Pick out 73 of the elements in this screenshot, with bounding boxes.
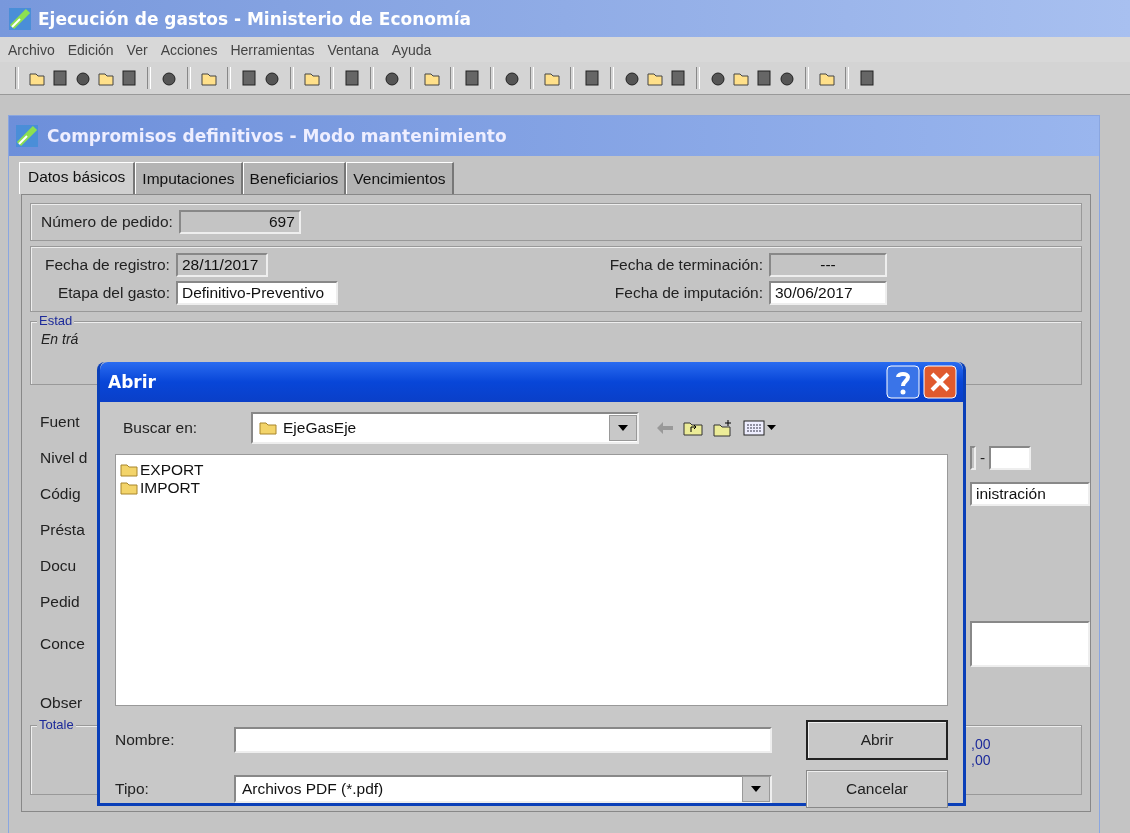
toolbar-icon[interactable]	[239, 68, 259, 88]
toolbar-icon[interactable]	[342, 68, 362, 88]
field-label: Présta	[40, 521, 85, 539]
toolbar-icon[interactable]	[668, 68, 688, 88]
caret-icon	[618, 425, 628, 431]
group-legend: Estad	[37, 313, 75, 328]
toolbar-icon[interactable]	[462, 68, 482, 88]
look-in-dropdown[interactable]: EjeGasEje	[251, 412, 639, 444]
toolbar-icon[interactable]	[857, 68, 877, 88]
menu-item[interactable]: Ventana	[327, 41, 379, 58]
field-label: Fuent	[40, 413, 80, 431]
app-logo-icon	[15, 124, 39, 148]
toolbar-icon[interactable]	[754, 68, 774, 88]
up-folder-icon[interactable]	[683, 420, 703, 436]
date-field[interactable]: ---	[769, 253, 887, 277]
menu-item[interactable]: Ver	[126, 41, 148, 58]
file-type-dropdown[interactable]: Archivos PDF (*.pdf)	[234, 775, 772, 803]
level-field[interactable]	[970, 446, 976, 470]
field-label: Obser	[40, 694, 83, 712]
folder-item[interactable]: IMPORT	[120, 479, 200, 497]
date-field[interactable]: Definitivo-Preventivo	[175, 281, 338, 305]
separator: -	[980, 449, 986, 467]
field-label: Nombre:	[115, 731, 176, 749]
toolbar-icon[interactable]	[119, 68, 139, 88]
close-icon[interactable]	[923, 365, 957, 399]
date-field[interactable]: 28/11/2017	[175, 253, 268, 277]
menu-item[interactable]: Herramientas	[230, 41, 315, 58]
menu-item[interactable]: Acciones	[160, 41, 218, 58]
toolbar-icon[interactable]	[582, 68, 602, 88]
date-field[interactable]: 30/06/2017	[769, 281, 887, 305]
field-label: Pedid	[40, 593, 80, 611]
help-icon[interactable]	[886, 365, 920, 399]
field-label: Buscar en:	[122, 419, 199, 437]
total-value: ,00	[971, 736, 992, 752]
order-number-field[interactable]: 697	[178, 210, 301, 234]
menu-item[interactable]: Ayuda	[391, 41, 432, 58]
field-label: Etapa del gasto:	[56, 284, 170, 302]
tab[interactable]: Datos básicos	[19, 162, 136, 194]
folder-icon	[120, 463, 138, 477]
menu-item[interactable]: Edición	[67, 41, 114, 58]
tab[interactable]: Vencimientos	[346, 162, 454, 194]
tab[interactable]: Imputaciones	[135, 162, 243, 194]
tab[interactable]: Beneficiarios	[242, 162, 347, 194]
field-label: Nivel d	[40, 449, 88, 467]
menu-item[interactable]: Archivo	[8, 41, 55, 58]
app-logo-icon	[8, 6, 32, 31]
toolbar-icon[interactable]	[50, 68, 70, 88]
status-text: En trá	[41, 331, 79, 347]
group-legend: Totale	[37, 717, 76, 732]
field-label: Conce	[40, 635, 85, 653]
field-label: Códig	[40, 485, 81, 503]
cancel-button[interactable]: Cancelar	[806, 770, 948, 808]
folder-icon	[259, 421, 277, 435]
field-label: Docu	[40, 557, 77, 575]
folder-item[interactable]: EXPORT	[120, 461, 204, 479]
open-button[interactable]: Abrir	[806, 720, 948, 760]
field-label: Fecha de imputación:	[613, 284, 763, 302]
folder-icon	[120, 481, 138, 495]
caret-icon	[751, 786, 761, 792]
field-label: Número de pedido:	[41, 213, 173, 231]
field-label: Fecha de registro:	[45, 256, 170, 274]
total-value: ,00	[971, 752, 992, 768]
view-menu-icon[interactable]	[743, 420, 777, 436]
field-label: Fecha de terminación:	[609, 256, 763, 274]
code-field[interactable]: inistración	[970, 482, 1090, 506]
level-field[interactable]	[989, 446, 1032, 470]
child-window-title: Compromisos definitivos - Modo mantenimiento	[47, 126, 507, 146]
dialog-title: Abrir	[108, 372, 156, 392]
window-title: Ejecución de gastos - Ministerio de Economía	[38, 8, 471, 29]
field-label: Tipo:	[115, 780, 150, 798]
file-name-field[interactable]	[234, 727, 772, 753]
new-folder-icon[interactable]	[713, 419, 733, 437]
concept-field[interactable]	[970, 621, 1090, 667]
